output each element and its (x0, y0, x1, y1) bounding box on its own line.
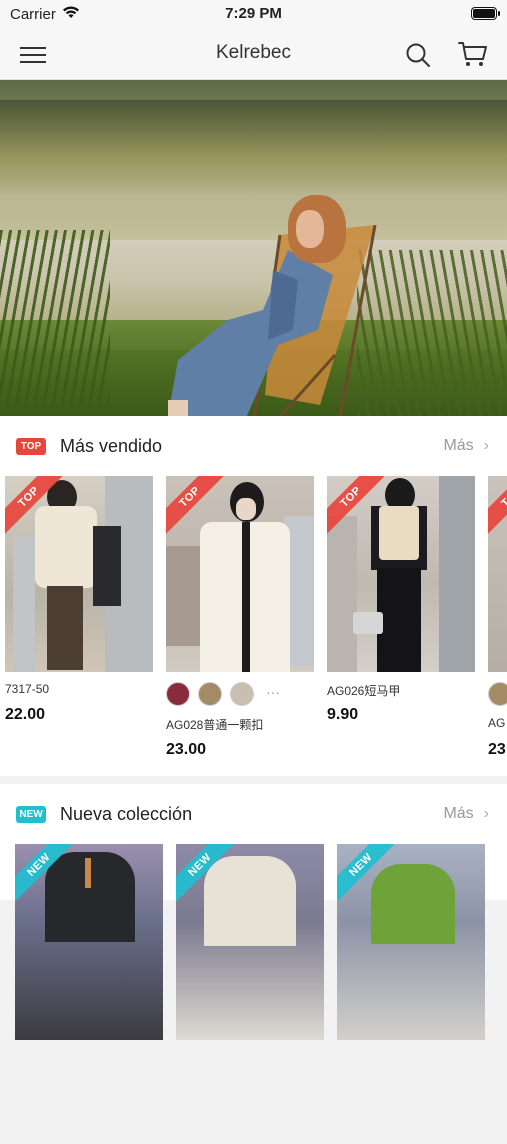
product-card[interactable]: NEW (176, 844, 324, 1040)
product-price: 9.90 (327, 706, 359, 723)
color-swatches (488, 682, 507, 708)
banner-model-face (296, 210, 324, 248)
bestsellers-section: TOP Más vendido Más › TOP 7317-50 22.00 (0, 416, 507, 776)
color-swatch[interactable] (488, 682, 507, 706)
new-collection-section: NEW Nueva colección Más › NEW NEW NEW (0, 784, 507, 1040)
product-image: NEW (15, 844, 163, 1040)
color-swatch[interactable] (166, 682, 190, 706)
hero-banner[interactable] (0, 80, 507, 416)
product-price: 22.00 (5, 706, 46, 723)
product-image: TOP (166, 476, 314, 672)
top-badge: TOP (16, 438, 46, 455)
nav-bar: Kelrebec (0, 30, 507, 80)
clock: 7:29 PM (225, 5, 282, 22)
product-name: AG026短马甲 (327, 684, 401, 698)
more-label: Más (443, 805, 474, 822)
product-name: AG028普通一颗扣 (166, 718, 264, 732)
bestsellers-header: TOP Más vendido Más › (0, 416, 507, 476)
bestsellers-carousel[interactable]: TOP 7317-50 22.00 TOP ··· AG028普通一颗扣 23.… (0, 476, 507, 776)
banner-reeds-left (0, 230, 110, 416)
product-image: TOP (5, 476, 153, 672)
color-swatch[interactable] (230, 682, 254, 706)
more-swatches-indicator: ··· (266, 684, 280, 700)
product-image: NEW (337, 844, 485, 1040)
product-card[interactable]: NEW (15, 844, 163, 1040)
new-badge: NEW (16, 806, 46, 823)
product-card[interactable]: TOP 7317-50 22.00 (5, 476, 153, 723)
new-collection-title: Nueva colección (60, 804, 193, 824)
banner-model-dress (168, 250, 333, 416)
product-name: AG (488, 716, 506, 730)
product-image: TOP (488, 476, 507, 672)
product-name: 7317-50 (5, 682, 50, 696)
banner-water (0, 100, 507, 240)
product-card[interactable]: TOP ··· AG028普通一颗扣 23.00 (166, 476, 314, 758)
new-collection-more-link[interactable]: Más › (443, 805, 489, 823)
top-ribbon: TOP (488, 476, 507, 539)
product-image: TOP (327, 476, 475, 672)
bestsellers-more-link[interactable]: Más › (443, 437, 489, 455)
battery-icon (471, 7, 500, 20)
cart-icon[interactable] (457, 39, 489, 69)
color-swatch[interactable] (198, 682, 222, 706)
product-price: 23 (488, 741, 506, 758)
bestsellers-title: Más vendido (60, 436, 163, 456)
product-card[interactable]: NEW (337, 844, 485, 1040)
chevron-right-icon: › (483, 805, 489, 822)
product-card[interactable]: TOP AG 23 (488, 476, 507, 758)
status-bar: Carrier 7:29 PM (0, 0, 507, 30)
more-label: Más (443, 437, 474, 454)
product-price: 23.00 (166, 741, 207, 758)
new-collection-carousel[interactable]: NEW NEW NEW (0, 844, 507, 1144)
product-image: NEW (176, 844, 324, 1040)
new-collection-header: NEW Nueva colección Más › (0, 784, 507, 844)
product-card[interactable]: TOP AG026短马甲 9.90 (327, 476, 475, 723)
search-icon[interactable] (403, 40, 433, 70)
chevron-right-icon: › (483, 437, 489, 454)
color-swatches: ··· (166, 682, 326, 708)
